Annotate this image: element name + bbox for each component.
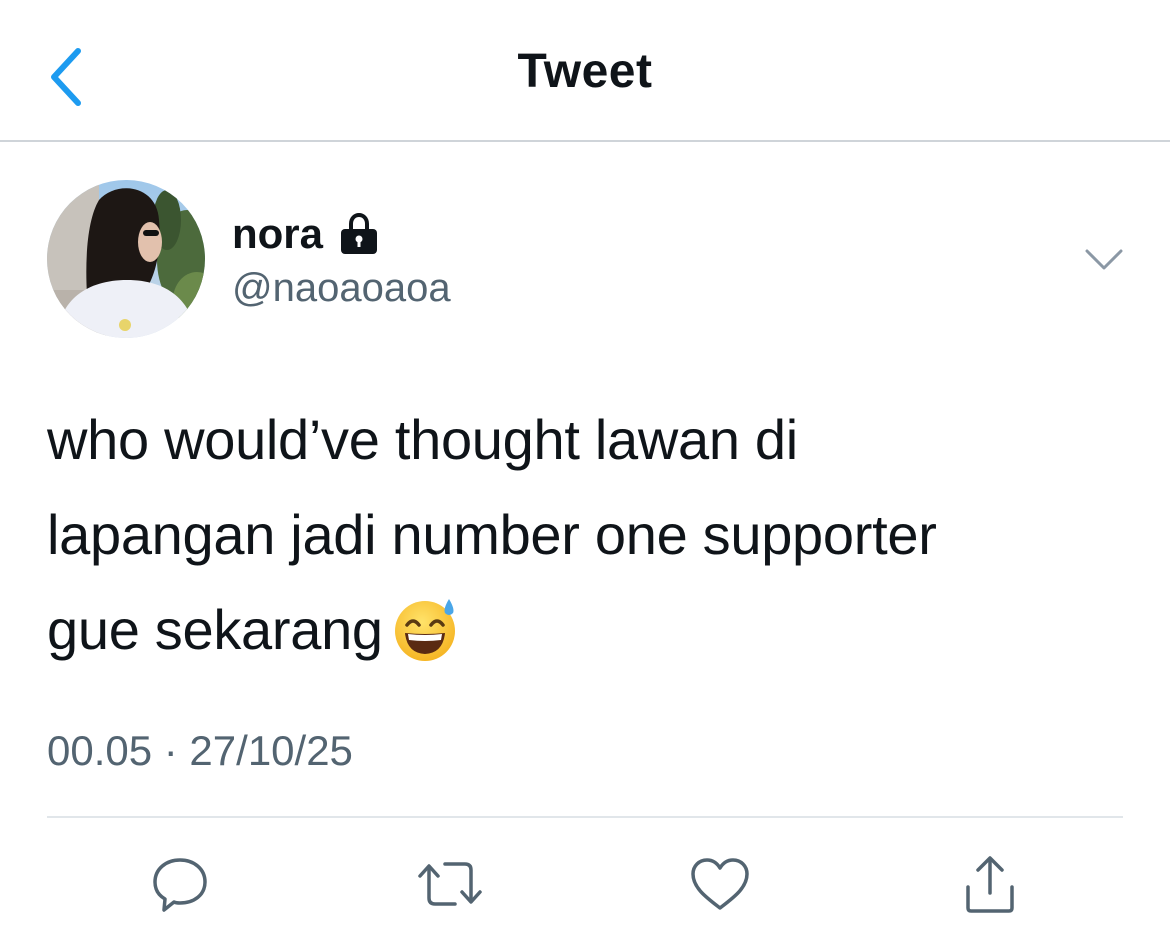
retweet-icon xyxy=(418,862,482,906)
like-button[interactable] xyxy=(686,850,754,918)
share-icon xyxy=(966,856,1014,913)
heart-icon xyxy=(691,858,749,910)
display-name[interactable]: nora xyxy=(232,210,323,258)
retweet-button[interactable] xyxy=(416,850,484,918)
divider xyxy=(47,816,1123,818)
display-name-row: nora xyxy=(232,207,381,261)
user-handle[interactable]: @naoaoaoa xyxy=(232,266,451,311)
avatar[interactable] xyxy=(47,180,205,338)
tweet-text-line: lapangan jadi number one supporter xyxy=(47,503,937,566)
lock-icon xyxy=(337,212,381,256)
tweet-detail-screen: Tweet nora @naoaoaoa who would’ve though… xyxy=(0,0,1170,948)
chevron-down-icon xyxy=(1085,249,1123,270)
reply-icon xyxy=(153,858,207,912)
top-bar: Tweet xyxy=(0,0,1170,142)
tweet-text-segment: gue sekarang xyxy=(47,598,383,661)
tweet-text: who would’ve thought lawan di lapangan j… xyxy=(47,392,1137,677)
grinning-face-with-sweat-emoji xyxy=(394,599,455,662)
reply-button[interactable] xyxy=(146,850,214,918)
avatar-photo xyxy=(47,180,205,338)
share-button[interactable] xyxy=(956,850,1024,918)
tweet-timestamp: 00.05 · 27/10/25 xyxy=(47,727,353,774)
page-title: Tweet xyxy=(517,45,653,98)
tweet-text-line: who would’ve thought lawan di xyxy=(47,408,798,471)
more-options-button[interactable] xyxy=(1082,240,1126,280)
tweet-text-line: gue sekarang xyxy=(47,582,1137,677)
